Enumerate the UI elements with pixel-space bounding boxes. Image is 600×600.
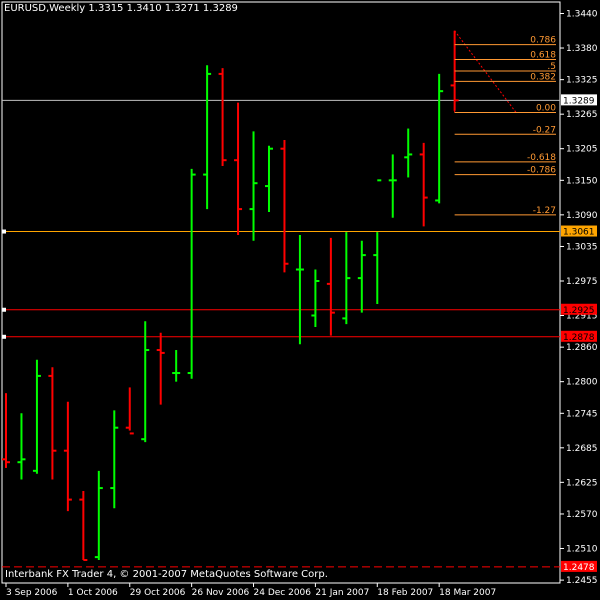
y-tick-label: 1.2685	[566, 444, 598, 454]
x-tick-label: 18 Mar 2007	[439, 588, 496, 598]
fib-level-label: 0.382	[530, 72, 556, 82]
price-chart[interactable]: 1.3440 1.3380 1.3325 1.3265 1.3205 1.3150 1.30…	[0, 0, 600, 600]
y-tick-label: 1.2975	[566, 277, 598, 287]
ohlc-bar	[280, 140, 289, 273]
line-handle	[2, 334, 6, 339]
fib-level-label: -0.618	[527, 153, 556, 163]
ohlc-bar	[172, 350, 181, 382]
chart-window[interactable]: 1.3440 1.3380 1.3325 1.3265 1.3205 1.3150 1.30…	[0, 0, 600, 600]
ohlc-bar	[156, 332, 165, 405]
y-tick-label: 1.3205	[566, 145, 598, 155]
y-tick-label: 1.2510	[566, 544, 598, 554]
fib-level-label: 0.00	[536, 103, 556, 113]
x-tick-label: 21 Jan 2007	[315, 588, 369, 598]
fib-level-label: -0.27	[533, 125, 556, 135]
y-tick-label: 1.2800	[566, 378, 598, 388]
ohlc-bar	[249, 131, 258, 241]
price-label: 1.3289	[563, 96, 595, 106]
x-tick-label: 26 Nov 2006	[192, 588, 250, 598]
x-tick-label: 29 Oct 2006	[130, 588, 186, 598]
price-label: 1.2478	[563, 563, 595, 573]
ohlc-bar	[17, 413, 26, 480]
price-label: 1.2925	[563, 306, 595, 316]
ohlc-bar	[435, 73, 444, 204]
x-tick-label: 24 Dec 2006	[254, 588, 312, 598]
y-tick-label: 1.3090	[566, 211, 598, 221]
fib-level-label: -1.27	[533, 206, 556, 216]
symbol-label: EURUSD,Weekly	[4, 3, 86, 14]
ohlc-bar	[48, 367, 57, 480]
fib-level-label: -0.786	[527, 166, 556, 176]
ohlc-bar	[110, 410, 119, 509]
fib-level-label: .5	[547, 62, 556, 72]
y-tick-label: 1.2860	[566, 343, 598, 353]
y-tick-label: 1.2455	[566, 576, 598, 586]
ohlc-bar	[218, 68, 227, 166]
ohlc-bar	[234, 102, 243, 235]
y-tick-label: 1.2570	[566, 510, 598, 520]
ohlc-bar	[125, 387, 134, 435]
y-tick-label: 1.2625	[566, 478, 598, 488]
ohlc-bar	[357, 240, 366, 313]
ohlc-bar	[2, 393, 10, 468]
ohlc-bar	[32, 359, 41, 474]
line-handle	[2, 307, 6, 312]
fib-level-label: 0.786	[530, 36, 556, 46]
ohlc-bar	[326, 237, 335, 336]
ohlc-label: 1.3315 1.3410 1.3271 1.3289	[88, 3, 238, 14]
plot-frame	[1, 1, 561, 584]
ohlc-bar	[141, 321, 150, 443]
price-label: 1.2878	[563, 333, 595, 343]
price-label: 1.3061	[563, 228, 595, 238]
ohlc-bar	[63, 401, 72, 512]
copyright-text: Interbank FX Trader 4, © 2001-2007 MetaQ…	[5, 569, 328, 580]
ohlc-bar	[342, 232, 351, 325]
x-tick-label: 18 Feb 2007	[377, 588, 433, 598]
ohlc-bar	[203, 65, 212, 210]
y-tick-label: 1.3150	[566, 176, 598, 186]
ohlc-bar	[295, 234, 304, 345]
ohlc-bar	[311, 269, 320, 328]
ohlc-bar	[404, 128, 413, 178]
ohlc-bar	[373, 179, 382, 305]
ohlc-bar	[388, 154, 397, 218]
ohlc-bar	[264, 145, 273, 212]
y-tick-label: 1.3265	[566, 110, 598, 120]
y-tick-label: 1.3325	[566, 76, 598, 86]
ohlc-bar	[419, 142, 428, 227]
fib-level-label: 0.618	[530, 51, 556, 61]
x-tick-label: 3 Sep 2006	[6, 588, 58, 598]
y-tick-label: 1.3035	[566, 242, 598, 252]
y-tick-label: 1.3380	[566, 44, 598, 54]
ohlc-bar	[187, 168, 196, 379]
chart-title: EURUSD,Weekly 1.3315 1.3410 1.3271 1.328…	[4, 3, 238, 14]
line-handle	[2, 229, 6, 234]
y-tick-label: 1.2745	[566, 409, 598, 419]
x-tick-label: 1 Oct 2006	[68, 588, 118, 598]
y-tick-label: 1.3440	[566, 10, 598, 20]
ohlc-bar	[94, 470, 103, 560]
ohlc-bar	[79, 490, 88, 561]
